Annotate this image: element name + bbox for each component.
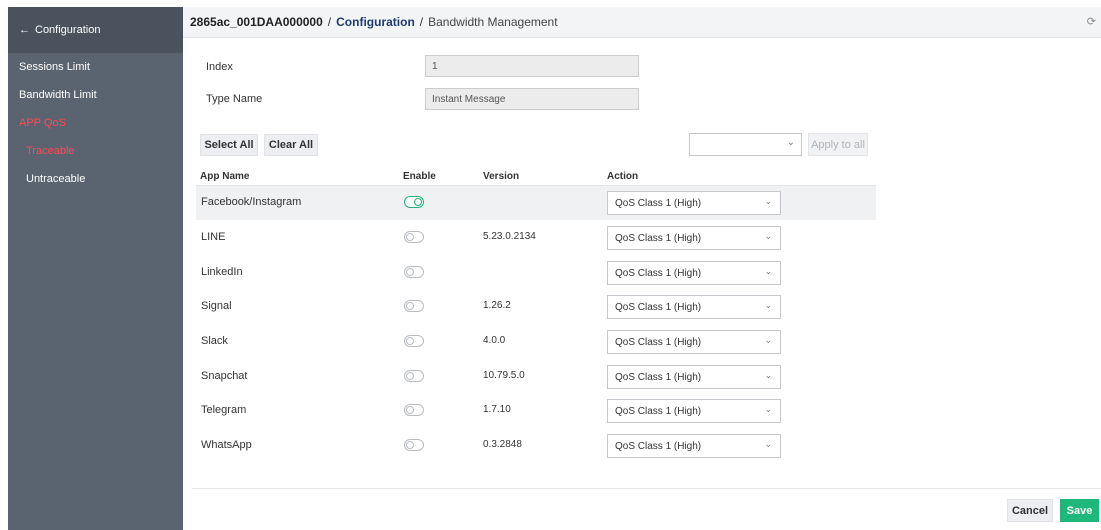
table-row: Telegram 1.7.10 QoS Class 1 (High) ⌄: [196, 394, 876, 428]
chevron-down-icon: ⌄: [786, 137, 795, 148]
action-select[interactable]: QoS Class 1 (High) ⌄: [607, 330, 781, 354]
toggle-knob: [406, 336, 414, 345]
save-button[interactable]: Save: [1060, 499, 1099, 522]
app-version: 10.79.5.0: [483, 370, 525, 381]
cancel-button[interactable]: Cancel: [1007, 499, 1053, 522]
breadcrumb-device: 2865ac_001DAA000000: [190, 15, 323, 29]
action-select[interactable]: QoS Class 1 (High) ⌄: [607, 295, 781, 319]
table-row: Signal 1.26.2 QoS Class 1 (High) ⌄: [196, 290, 876, 324]
app-version: 1.26.2: [483, 300, 511, 311]
chevron-down-icon: ⌄: [764, 439, 772, 449]
action-select-value: QoS Class 1 (High): [615, 197, 702, 209]
sidebar-subitem-untraceable[interactable]: Untraceable: [8, 165, 183, 193]
sidebar-item-sessions-limit[interactable]: Sessions Limit: [8, 53, 183, 81]
table-row: Snapchat 10.79.5.0 QoS Class 1 (High) ⌄: [196, 360, 876, 394]
chevron-down-icon: ⌄: [764, 335, 772, 345]
table-row: Facebook/Instagram QoS Class 1 (High) ⌄: [196, 186, 876, 220]
toggle-knob: [406, 371, 414, 380]
chevron-down-icon: ⌄: [764, 370, 772, 380]
table-row: WhatsApp 0.3.2848 QoS Class 1 (High) ⌄: [196, 429, 876, 463]
breadcrumb-page: Bandwidth Management: [428, 15, 558, 29]
enable-toggle[interactable]: [404, 404, 424, 416]
chevron-down-icon: ⌄: [764, 404, 772, 414]
breadcrumb-separator: /: [419, 15, 424, 29]
index-label: Index: [206, 61, 233, 73]
app-name: Slack: [201, 335, 228, 347]
breadcrumb: 2865ac_001DAA000000 / Configuration / Ba…: [183, 7, 1101, 38]
app-version: 4.0.0: [483, 335, 506, 346]
type-name-field: Instant Message: [425, 88, 639, 110]
sidebar-subitem-traceable[interactable]: Traceable: [8, 137, 183, 165]
table-row: LinkedIn QoS Class 1 (High) ⌄: [196, 256, 876, 290]
action-select[interactable]: QoS Class 1 (High) ⌄: [607, 191, 781, 215]
toggle-knob: [406, 440, 414, 449]
index-field: 1: [425, 55, 639, 77]
enable-toggle[interactable]: [404, 266, 424, 278]
column-header-version: Version: [483, 171, 520, 182]
enable-toggle[interactable]: [404, 370, 424, 382]
action-select-value: QoS Class 1 (High): [615, 301, 702, 313]
arrow-left-icon: ←: [19, 24, 30, 36]
select-all-button[interactable]: Select All: [200, 134, 258, 156]
toggle-knob: [406, 232, 414, 241]
enable-toggle[interactable]: [404, 439, 424, 451]
sidebar-item-app-qos[interactable]: APP QoS: [8, 109, 183, 137]
app-name: Snapchat: [201, 370, 248, 382]
action-select-value: QoS Class 1 (High): [615, 267, 702, 279]
app-name: Facebook/Instagram: [201, 196, 302, 208]
app-version: 5.23.0.2134: [483, 231, 536, 242]
chevron-down-icon: ⌄: [764, 266, 772, 276]
action-select-value: QoS Class 1 (High): [615, 232, 702, 244]
clear-all-button[interactable]: Clear All: [264, 134, 318, 156]
toggle-knob: [406, 405, 414, 414]
column-header-app-name: App Name: [200, 171, 250, 182]
action-select[interactable]: QoS Class 1 (High) ⌄: [607, 226, 781, 250]
action-select-value: QoS Class 1 (High): [615, 371, 702, 383]
table-row: Slack 4.0.0 QoS Class 1 (High) ⌄: [196, 325, 876, 359]
chevron-down-icon: ⌄: [764, 231, 772, 241]
enable-toggle[interactable]: [404, 196, 424, 208]
type-name-label: Type Name: [206, 93, 263, 105]
app-name: Telegram: [201, 404, 247, 416]
enable-toggle[interactable]: [404, 300, 424, 312]
app-version: 1.7.10: [483, 404, 511, 415]
app-name: LinkedIn: [201, 266, 243, 278]
chevron-down-icon: ⌄: [764, 196, 772, 206]
action-select[interactable]: QoS Class 1 (High) ⌄: [607, 365, 781, 389]
column-header-enable: Enable: [403, 171, 436, 182]
app-name: LINE: [201, 231, 226, 243]
breadcrumb-separator: /: [327, 15, 332, 29]
toggle-knob: [414, 197, 422, 206]
table-row: LINE 5.23.0.2134 QoS Class 1 (High) ⌄: [196, 221, 876, 255]
toggle-knob: [406, 301, 414, 310]
action-select[interactable]: QoS Class 1 (High) ⌄: [607, 399, 781, 423]
action-select-value: QoS Class 1 (High): [615, 440, 702, 452]
action-select-value: QoS Class 1 (High): [615, 405, 702, 417]
back-to-configuration[interactable]: ← Configuration: [8, 7, 183, 53]
toggle-knob: [406, 267, 414, 276]
sidebar: ← Configuration Sessions Limit Bandwidth…: [8, 7, 183, 530]
column-header-action: Action: [607, 171, 639, 182]
breadcrumb-section[interactable]: Configuration: [336, 15, 415, 29]
enable-toggle[interactable]: [404, 231, 424, 243]
qos-class-select[interactable]: ⌄: [689, 133, 802, 156]
app-version: 0.3.2848: [483, 439, 522, 450]
chevron-down-icon: ⌄: [764, 300, 772, 310]
action-select[interactable]: QoS Class 1 (High) ⌄: [607, 434, 781, 458]
back-label: Configuration: [35, 24, 101, 36]
sidebar-item-bandwidth-limit[interactable]: Bandwidth Limit: [8, 81, 183, 109]
app-name: Signal: [201, 300, 232, 312]
refresh-icon[interactable]: ⟳: [1087, 15, 1096, 28]
enable-toggle[interactable]: [404, 335, 424, 347]
footer-divider: [192, 488, 1101, 489]
action-select-value: QoS Class 1 (High): [615, 336, 702, 348]
apply-to-all-button[interactable]: Apply to all: [808, 133, 868, 156]
action-select[interactable]: QoS Class 1 (High) ⌄: [607, 261, 781, 285]
app-name: WhatsApp: [201, 439, 252, 451]
